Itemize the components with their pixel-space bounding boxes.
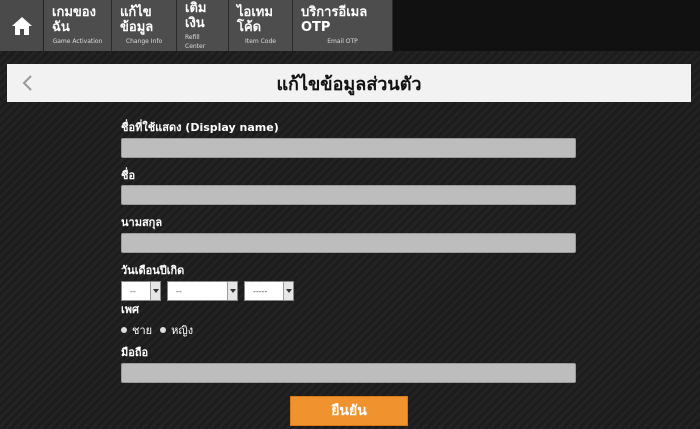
nav-item-sublabel: Item Code — [245, 38, 276, 45]
display-name-input[interactable] — [121, 138, 576, 158]
mobile-input[interactable] — [121, 363, 576, 383]
year-select[interactable]: ----- — [244, 281, 294, 301]
home-icon — [11, 16, 32, 35]
page-title: แก้ไขข้อมูลส่วนตัว — [276, 73, 422, 95]
chevron-left-icon — [22, 75, 32, 91]
nav-item-change-info[interactable]: แก้ไขข้อมูล Change Info — [112, 0, 177, 51]
caret-down-icon — [283, 282, 293, 300]
nav-item-sublabel: Email OTP — [327, 38, 358, 45]
back-button[interactable] — [15, 70, 39, 96]
display-name-label: ชื่อที่ใช้แสดง (Display name) — [121, 121, 279, 134]
last-name-label: นามสกุล — [121, 216, 163, 229]
month-select[interactable]: -- — [167, 281, 238, 301]
nav-item-label: เกมของฉัน — [52, 5, 96, 35]
caret-down-icon — [227, 282, 237, 300]
nav-item-sublabel: Change Info — [125, 38, 163, 45]
nav-item-label: แก้ไขข้อมูล — [120, 5, 154, 35]
nav-item-sublabel: Game Activation — [52, 38, 103, 45]
gender-options: ชาย หญิง — [121, 321, 201, 339]
gender-male-label: ชาย — [132, 324, 153, 337]
gender-female-label: หญิง — [171, 324, 194, 337]
year-select-value: ----- — [253, 286, 268, 296]
nav-item-game-activation[interactable]: เกมของฉัน Game Activation — [44, 0, 112, 51]
nav-item-refill-center[interactable]: เติมเงิน Refill Center — [177, 0, 229, 51]
nav-item-label: เติมเงิน — [185, 0, 207, 31]
nav-home-button[interactable] — [0, 0, 44, 51]
nav-item-item-code[interactable]: ไอเทมโค้ด Item Code — [229, 0, 293, 51]
radio-dot-icon — [121, 327, 127, 333]
first-name-label: ชื่อ — [121, 169, 136, 182]
top-navigation: เกมของฉัน Game Activation แก้ไขข้อมูล Ch… — [0, 0, 700, 51]
submit-button[interactable]: ยืนยัน — [290, 396, 408, 426]
first-name-input[interactable] — [121, 185, 576, 205]
day-select-value: -- — [130, 286, 136, 296]
nav-item-label: ไอเทมโค้ด — [237, 5, 273, 35]
birthdate-label: วันเดือนปีเกิด — [121, 264, 185, 277]
mobile-label: มือถือ — [121, 346, 149, 359]
nav-item-label: บริการอีเมล OTP — [301, 5, 368, 35]
last-name-input[interactable] — [121, 233, 576, 253]
nav-item-sublabel: Refill Center — [185, 33, 206, 50]
nav-item-email-otp[interactable]: บริการอีเมล OTP Email OTP — [293, 0, 393, 51]
radio-dot-icon — [160, 327, 167, 333]
page-title-bar: แก้ไขข้อมูลส่วนตัว — [7, 64, 691, 102]
month-select-value: -- — [176, 286, 182, 296]
day-select[interactable]: -- — [121, 281, 161, 301]
gender-label: เพศ — [121, 303, 139, 316]
gender-female-radio[interactable]: หญิง — [160, 321, 193, 339]
gender-male-radio[interactable]: ชาย — [121, 321, 152, 339]
caret-down-icon — [150, 282, 160, 300]
